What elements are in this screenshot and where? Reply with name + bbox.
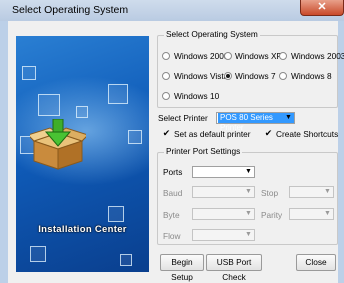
baud-select[interactable]: ▼	[192, 186, 255, 198]
decor-square	[22, 66, 36, 80]
create-shortcuts-label[interactable]: Create Shortcuts	[276, 129, 338, 139]
radio-windows-xp[interactable]	[224, 52, 232, 60]
chevron-down-icon: ▼	[245, 231, 252, 238]
radio-windows-vista[interactable]	[162, 72, 170, 80]
installer-window: Select Operating System ✕ Installation C…	[0, 0, 344, 283]
decor-square	[38, 94, 60, 116]
radio-label-windows-2000[interactable]: Windows 2000	[174, 51, 228, 61]
chevron-down-icon: ▼	[245, 210, 252, 217]
banner-caption: Installation Center	[38, 224, 127, 235]
printer-select[interactable]: POS 80 Series Printer ▼	[216, 112, 295, 132]
parity-label: Parity	[261, 210, 283, 220]
decor-square	[120, 254, 132, 266]
radio-windows-10[interactable]	[162, 92, 170, 100]
radio-windows-2003[interactable]	[279, 52, 287, 60]
radio-label-windows-2003[interactable]: Windows 2003	[291, 51, 344, 61]
begin-setup-button[interactable]: Begin Setup	[160, 254, 204, 282]
port-settings-legend: Printer Port Settings	[164, 146, 243, 156]
title-bar[interactable]: Select Operating System ✕	[0, 0, 344, 22]
parity-select[interactable]: ▼	[289, 208, 334, 220]
select-printer-label: Select Printer	[158, 113, 208, 123]
chevron-down-icon: ▼	[324, 188, 331, 195]
radio-label-windows-8[interactable]: Windows 8	[291, 71, 332, 81]
chevron-down-icon: ▼	[324, 210, 331, 217]
radio-label-windows-7[interactable]: Windows 7	[235, 71, 276, 81]
close-icon: ✕	[317, 1, 327, 13]
decor-square	[30, 246, 46, 262]
ports-label: Ports	[163, 167, 183, 177]
window-title: Select Operating System	[12, 4, 129, 16]
default-printer-checkbox[interactable]: ✔	[162, 129, 171, 138]
stop-select[interactable]: ▼	[289, 186, 334, 198]
radio-windows-2000[interactable]	[162, 52, 170, 60]
usb-port-check-button[interactable]: USB Port Check	[206, 254, 262, 282]
radio-label-windows-10[interactable]: Windows 10	[174, 91, 219, 101]
window-frame-left	[0, 21, 8, 283]
chevron-down-icon: ▼	[245, 188, 252, 195]
radio-label-windows-vista[interactable]: Windows Vista	[174, 71, 228, 81]
chevron-down-icon: ▼	[245, 168, 252, 175]
install-box-icon	[30, 119, 86, 170]
radio-windows-7[interactable]	[224, 72, 232, 80]
flow-select[interactable]: ▼	[192, 229, 255, 241]
create-shortcuts-checkbox[interactable]: ✔	[264, 129, 273, 138]
decor-square	[108, 84, 128, 104]
radio-windows-8[interactable]	[279, 72, 287, 80]
close-window-button[interactable]: ✕	[300, 0, 344, 16]
chevron-down-icon: ▼	[285, 114, 292, 121]
decor-square	[108, 206, 124, 222]
decor-square	[76, 106, 88, 118]
decor-square	[128, 130, 142, 144]
os-group-legend: Select Operating System	[164, 29, 260, 39]
baud-label: Baud	[163, 188, 183, 198]
byte-select[interactable]: ▼	[192, 208, 255, 220]
ports-select[interactable]: ▼	[192, 166, 255, 178]
close-button[interactable]: Close	[296, 254, 336, 271]
flow-label: Flow	[163, 231, 181, 241]
default-printer-label[interactable]: Set as default printer	[174, 129, 251, 139]
byte-label: Byte	[163, 210, 180, 220]
stop-label: Stop	[261, 188, 279, 198]
radio-label-windows-xp[interactable]: Windows XP	[235, 51, 282, 61]
